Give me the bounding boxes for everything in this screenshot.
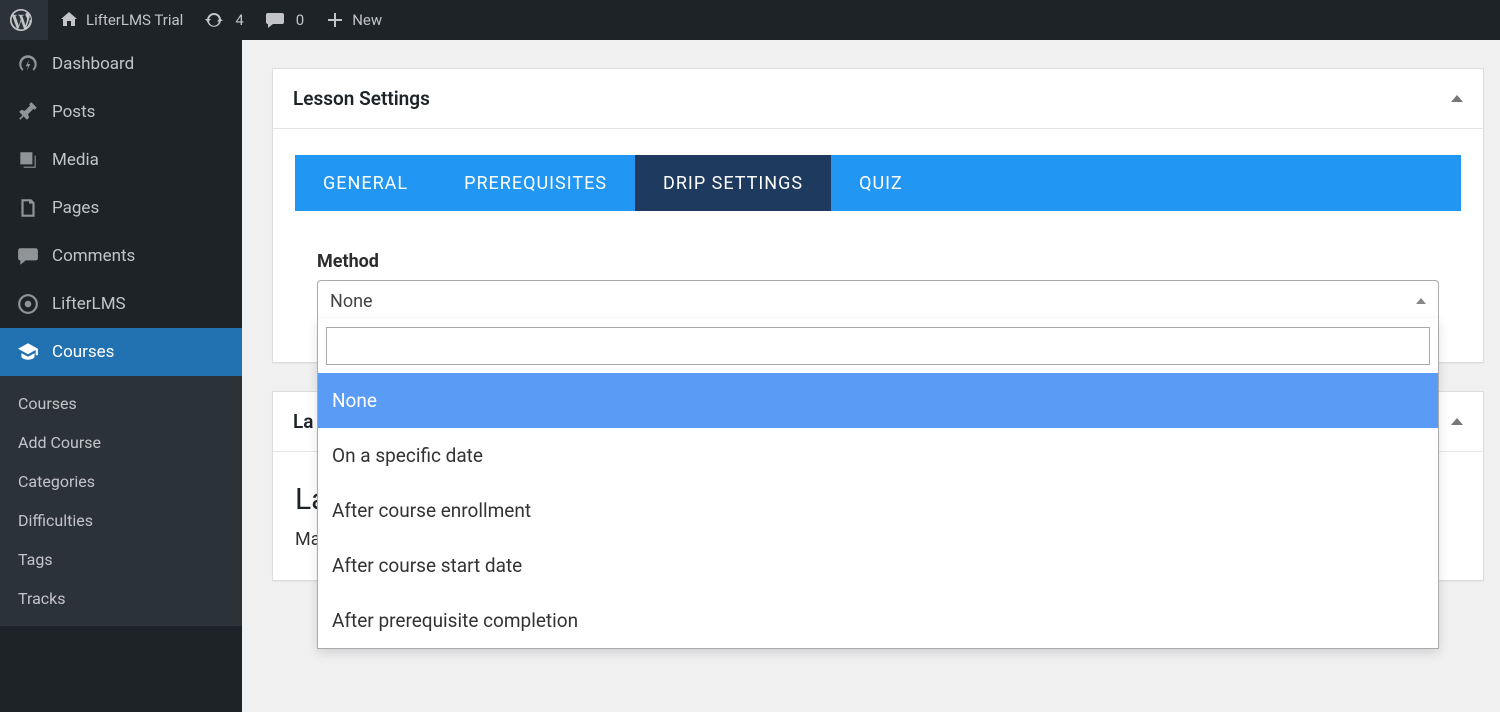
admin-sidebar: Dashboard Posts Media Pages Comments Lif…	[0, 40, 242, 712]
panel-body: General Prerequisites Drip Settings Quiz…	[273, 129, 1483, 362]
sidebar-item-pages[interactable]: Pages	[0, 184, 242, 232]
tab-drip-settings[interactable]: Drip Settings	[635, 155, 831, 211]
sidebar-item-courses[interactable]: Courses	[0, 328, 242, 376]
dropdown-option-none[interactable]: None	[318, 373, 1438, 428]
submenu-item-difficulties[interactable]: Difficulties	[0, 501, 242, 540]
submenu-item-tags[interactable]: Tags	[0, 540, 242, 579]
new-content-link[interactable]: New	[314, 0, 392, 40]
update-icon	[203, 9, 225, 31]
site-name-link[interactable]: LifterLMS Trial	[48, 0, 193, 40]
submenu-item-tracks[interactable]: Tracks	[0, 579, 242, 618]
sidebar-item-comments[interactable]: Comments	[0, 232, 242, 280]
dropdown-option-after-start[interactable]: After course start date	[318, 538, 1438, 593]
method-select[interactable]: None	[317, 280, 1439, 322]
content-area: Lesson Settings General Prerequisites Dr…	[242, 40, 1500, 712]
sidebar-item-label: Media	[52, 150, 99, 170]
tab-quiz[interactable]: Quiz	[831, 155, 931, 211]
dropdown-option-after-prereq[interactable]: After prerequisite completion	[318, 593, 1438, 648]
panel-title: Lesson Settings	[293, 87, 430, 110]
sidebar-item-label: Pages	[52, 198, 99, 218]
panel-header[interactable]: Lesson Settings	[273, 69, 1483, 129]
pages-icon	[14, 196, 42, 220]
sidebar-item-label: Comments	[52, 246, 135, 266]
method-field: Method None None On a specific date Afte…	[295, 211, 1461, 322]
graduation-icon	[14, 340, 42, 364]
sidebar-item-label: LifterLMS	[52, 294, 126, 314]
comments-count: 0	[296, 11, 304, 29]
submenu-item-add-course[interactable]: Add Course	[0, 423, 242, 462]
new-label: New	[352, 11, 382, 29]
second-collapse-toggle-icon[interactable]	[1451, 418, 1463, 425]
sidebar-item-label: Dashboard	[52, 54, 134, 74]
wordpress-icon	[10, 9, 32, 31]
submenu-item-courses[interactable]: Courses	[0, 384, 242, 423]
sidebar-item-label: Posts	[52, 102, 95, 122]
tab-prerequisites[interactable]: Prerequisites	[436, 155, 635, 211]
dropdown-search-wrap	[318, 319, 1438, 373]
method-selected-value: None	[330, 291, 373, 312]
collapse-toggle-icon[interactable]	[1451, 95, 1463, 102]
dropdown-search-input[interactable]	[326, 327, 1430, 365]
comment-icon	[264, 9, 286, 31]
select-arrow-icon	[1416, 298, 1426, 304]
home-icon	[58, 9, 80, 31]
updates-link[interactable]: 4	[193, 0, 253, 40]
comments-icon	[14, 244, 42, 268]
sidebar-item-lifterlms[interactable]: LifterLMS	[0, 280, 242, 328]
comments-link[interactable]: 0	[254, 0, 314, 40]
tab-general[interactable]: General	[295, 155, 436, 211]
second-panel-title: La	[293, 410, 313, 433]
dashboard-icon	[14, 52, 42, 76]
site-name-label: LifterLMS Trial	[86, 11, 183, 29]
updates-count: 4	[235, 11, 243, 29]
sidebar-item-posts[interactable]: Posts	[0, 88, 242, 136]
method-dropdown: None On a specific date After course enr…	[317, 319, 1439, 649]
submenu-item-categories[interactable]: Categories	[0, 462, 242, 501]
wp-logo[interactable]	[0, 0, 48, 40]
sidebar-item-dashboard[interactable]: Dashboard	[0, 40, 242, 88]
admin-bar: LifterLMS Trial 4 0 New	[0, 0, 1500, 40]
settings-tabs: General Prerequisites Drip Settings Quiz	[295, 155, 1461, 211]
pin-icon	[14, 100, 42, 124]
dropdown-option-after-enrollment[interactable]: After course enrollment	[318, 483, 1438, 538]
lesson-settings-panel: Lesson Settings General Prerequisites Dr…	[272, 68, 1484, 363]
lifterlms-icon	[14, 292, 42, 316]
dropdown-option-specific-date[interactable]: On a specific date	[318, 428, 1438, 483]
media-icon	[14, 148, 42, 172]
sidebar-item-media[interactable]: Media	[0, 136, 242, 184]
plus-icon	[324, 9, 346, 31]
sidebar-submenu: Courses Add Course Categories Difficulti…	[0, 376, 242, 626]
sidebar-item-label: Courses	[52, 342, 114, 362]
method-label: Method	[317, 251, 1439, 272]
